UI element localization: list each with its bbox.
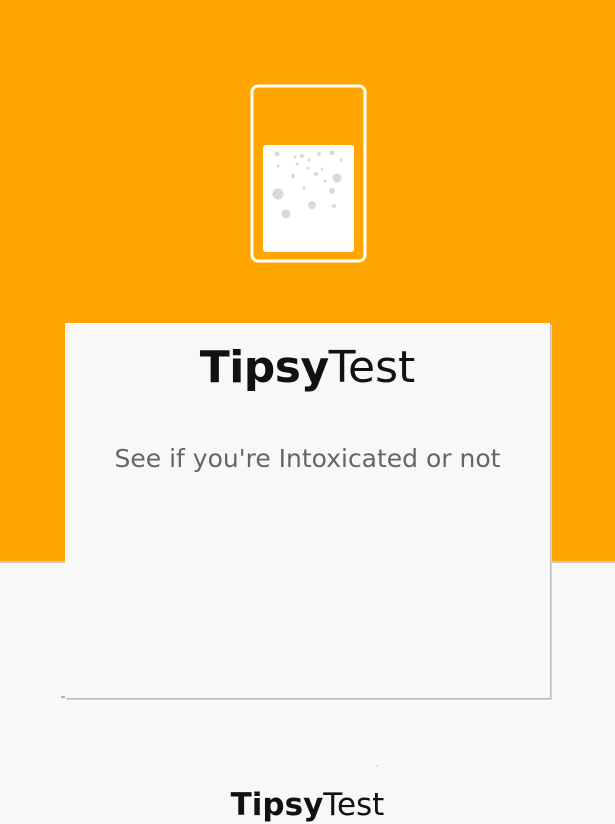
decorative-speck xyxy=(376,765,378,767)
tagline: See if you're Intoxicated or not xyxy=(114,444,501,473)
app-title-rest: Test xyxy=(328,342,416,393)
card-shadow xyxy=(61,696,65,698)
app-title-bold: Tipsy xyxy=(199,342,329,393)
footer-logo-bold: Tipsy xyxy=(230,787,324,823)
beer-glass-icon xyxy=(250,84,367,263)
intro-card: TipsyTest See if you're Intoxicated or n… xyxy=(65,323,550,698)
footer-logo: TipsyTest xyxy=(0,786,615,824)
app-title: TipsyTest xyxy=(65,341,550,395)
footer-logo-rest: Test xyxy=(323,787,385,823)
